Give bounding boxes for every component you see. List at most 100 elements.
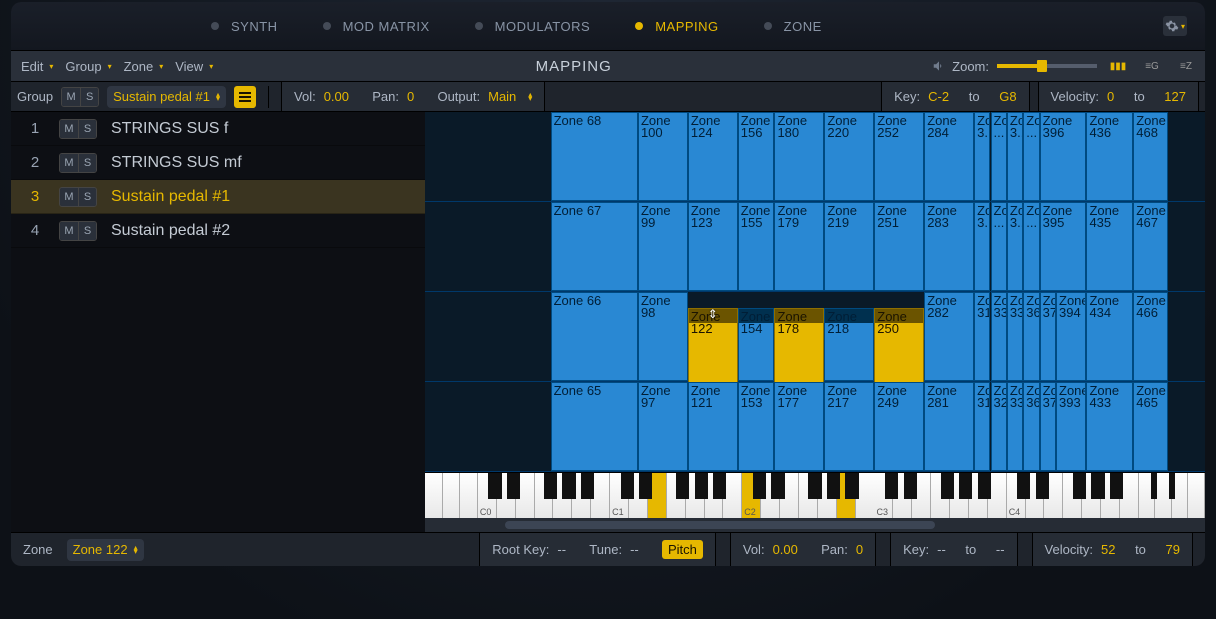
view-zone-button[interactable]: ≡Z bbox=[1173, 56, 1199, 76]
zone-block[interactable]: Zone 281 bbox=[924, 382, 974, 471]
black-key[interactable] bbox=[544, 473, 557, 499]
black-key[interactable] bbox=[562, 473, 575, 499]
group-vel-lo[interactable]: 0 bbox=[1107, 89, 1114, 104]
view-keyboard-button[interactable]: ▮▮▮ bbox=[1105, 56, 1131, 76]
black-key[interactable] bbox=[676, 473, 689, 499]
solo-button[interactable]: S bbox=[78, 188, 96, 206]
speaker-icon[interactable] bbox=[930, 59, 948, 73]
zone-block[interactable]: Zone 314 bbox=[974, 292, 990, 381]
zone-block[interactable]: Zone 338 bbox=[1007, 292, 1023, 381]
zone-pan[interactable]: 0 bbox=[856, 542, 863, 557]
zone-block[interactable]: Zone 124 bbox=[688, 112, 738, 201]
zone-block[interactable]: Zone 3.. bbox=[974, 112, 990, 201]
zone-name-dropdown[interactable]: Zone 122▴▾ bbox=[67, 539, 144, 561]
zone-block[interactable]: Zone 466 bbox=[1133, 292, 1168, 381]
zone-block[interactable]: Zone 465 bbox=[1133, 382, 1168, 471]
black-key[interactable] bbox=[581, 473, 594, 499]
zoom-control[interactable]: Zoom: bbox=[952, 59, 1097, 74]
pitch-button[interactable]: Pitch bbox=[662, 540, 703, 559]
solo-button[interactable]: S bbox=[80, 88, 98, 106]
zone-block[interactable]: Zone 220 bbox=[824, 112, 874, 201]
black-key[interactable] bbox=[1091, 473, 1104, 499]
zone-block[interactable]: Zone 123 bbox=[688, 202, 738, 291]
zone-block[interactable]: Zone 68 bbox=[551, 112, 638, 201]
zone-block[interactable]: Zone 433 bbox=[1086, 382, 1133, 471]
view-menu[interactable]: View▾ bbox=[171, 59, 217, 74]
tab-mapping[interactable]: MAPPING bbox=[635, 19, 718, 34]
black-key[interactable] bbox=[695, 473, 708, 499]
mute-button[interactable]: M bbox=[62, 88, 80, 106]
group-row[interactable]: 3MSSustain pedal #1 bbox=[11, 180, 425, 214]
zone-block[interactable]: Zone 252 bbox=[874, 112, 924, 201]
zone-block[interactable]: Zone 251 bbox=[874, 202, 924, 291]
mute-button[interactable]: M bbox=[60, 188, 78, 206]
group-row-mute-solo[interactable]: MS bbox=[59, 119, 97, 139]
zone-block[interactable]: Zone 155 bbox=[738, 202, 775, 291]
zone-block[interactable]: Zone 66 bbox=[551, 292, 638, 381]
mute-button[interactable]: M bbox=[60, 120, 78, 138]
zone-block[interactable]: Zone 313 bbox=[974, 382, 990, 471]
zone-block[interactable]: Zone 3.. bbox=[1007, 202, 1023, 291]
octave[interactable]: C1 bbox=[610, 473, 742, 518]
zone-block[interactable]: Zone 468 bbox=[1133, 112, 1168, 201]
black-key[interactable] bbox=[885, 473, 898, 499]
zone-block[interactable]: Zone 98 bbox=[638, 292, 688, 381]
settings-menu-button[interactable]: ▾ bbox=[1163, 16, 1187, 36]
keyboard[interactable]: C0C1C2C3C4 bbox=[425, 472, 1205, 518]
zone-block[interactable]: Zone 394 bbox=[1056, 292, 1086, 381]
zone-volume[interactable]: 0.00 bbox=[773, 542, 798, 557]
group-vel-hi[interactable]: 127 bbox=[1164, 89, 1186, 104]
group-pan[interactable]: 0 bbox=[407, 89, 414, 104]
black-key[interactable] bbox=[1073, 473, 1086, 499]
zone-block[interactable]: Zone 467 bbox=[1133, 202, 1168, 291]
edit-menu[interactable]: Edit▾ bbox=[17, 59, 57, 74]
view-group-button[interactable]: ≡G bbox=[1139, 56, 1165, 76]
tab-mod-matrix[interactable]: MOD MATRIX bbox=[323, 19, 430, 34]
zone-block[interactable]: Zone 435 bbox=[1086, 202, 1133, 291]
zone-block[interactable]: Zone 65 bbox=[551, 382, 638, 471]
group-row[interactable]: 2MSSTRINGS SUS mf bbox=[11, 146, 425, 180]
zone-block[interactable]: Zone 282 bbox=[924, 292, 974, 381]
zone-grid[interactable]: Zone 68Zone 100Zone 124Zone 156Zone 180Z… bbox=[425, 112, 1205, 532]
group-key-hi[interactable]: G8 bbox=[999, 89, 1016, 104]
zone-block[interactable]: Zone 284 bbox=[924, 112, 974, 201]
zone-block[interactable]: Zone 330 bbox=[991, 292, 1007, 381]
zone-block[interactable]: Zone 179 bbox=[774, 202, 824, 291]
zone-block[interactable]: Zone 393 bbox=[1056, 382, 1086, 471]
zone-block[interactable]: Zone 395 bbox=[1040, 202, 1087, 291]
black-key[interactable] bbox=[507, 473, 520, 499]
black-key[interactable] bbox=[978, 473, 991, 499]
zone-block[interactable]: Zone 329 bbox=[991, 382, 1007, 471]
zone-block[interactable]: Zone 156 bbox=[738, 112, 775, 201]
black-key[interactable] bbox=[639, 473, 652, 499]
group-row[interactable]: 4MSSustain pedal #2 bbox=[11, 214, 425, 248]
group-row[interactable]: 1MSSTRINGS SUS f bbox=[11, 112, 425, 146]
zone-block[interactable]: Zone 396 bbox=[1040, 112, 1087, 201]
zone-block[interactable]: Zone 378 bbox=[1040, 292, 1056, 381]
mute-button[interactable]: M bbox=[60, 222, 78, 240]
zone-vel-hi[interactable]: 79 bbox=[1166, 542, 1180, 557]
black-key[interactable] bbox=[753, 473, 766, 499]
octave[interactable]: C2 bbox=[742, 473, 874, 518]
group-row-mute-solo[interactable]: MS bbox=[59, 153, 97, 173]
zone-block[interactable]: Zone 362 bbox=[1023, 292, 1039, 381]
group-menu[interactable]: Group▾ bbox=[61, 59, 115, 74]
zone-block[interactable]: Zone 377 bbox=[1040, 382, 1056, 471]
solo-button[interactable]: S bbox=[78, 222, 96, 240]
zoom-slider[interactable] bbox=[997, 64, 1097, 68]
octave[interactable]: C0 bbox=[478, 473, 610, 518]
black-key[interactable] bbox=[621, 473, 634, 499]
zone-block[interactable]: Zone 283 bbox=[924, 202, 974, 291]
zone-vel-lo[interactable]: 52 bbox=[1101, 542, 1115, 557]
tab-synth[interactable]: SYNTH bbox=[211, 19, 278, 34]
zone-block[interactable]: Zone 97 bbox=[638, 382, 688, 471]
black-key[interactable] bbox=[808, 473, 821, 499]
group-name-dropdown[interactable]: Sustain pedal #1▴▾ bbox=[107, 86, 226, 108]
zone-block[interactable]: Zone ... bbox=[991, 112, 1007, 201]
group-output[interactable]: Main bbox=[488, 89, 516, 104]
zone-block[interactable]: Zone 121 bbox=[688, 382, 738, 471]
zone-block[interactable]: Zone 218 bbox=[824, 308, 874, 381]
zone-block[interactable]: Zone 3.. bbox=[974, 202, 990, 291]
group-volume[interactable]: 0.00 bbox=[324, 89, 349, 104]
zone-block[interactable]: Zone ... bbox=[1023, 112, 1039, 201]
